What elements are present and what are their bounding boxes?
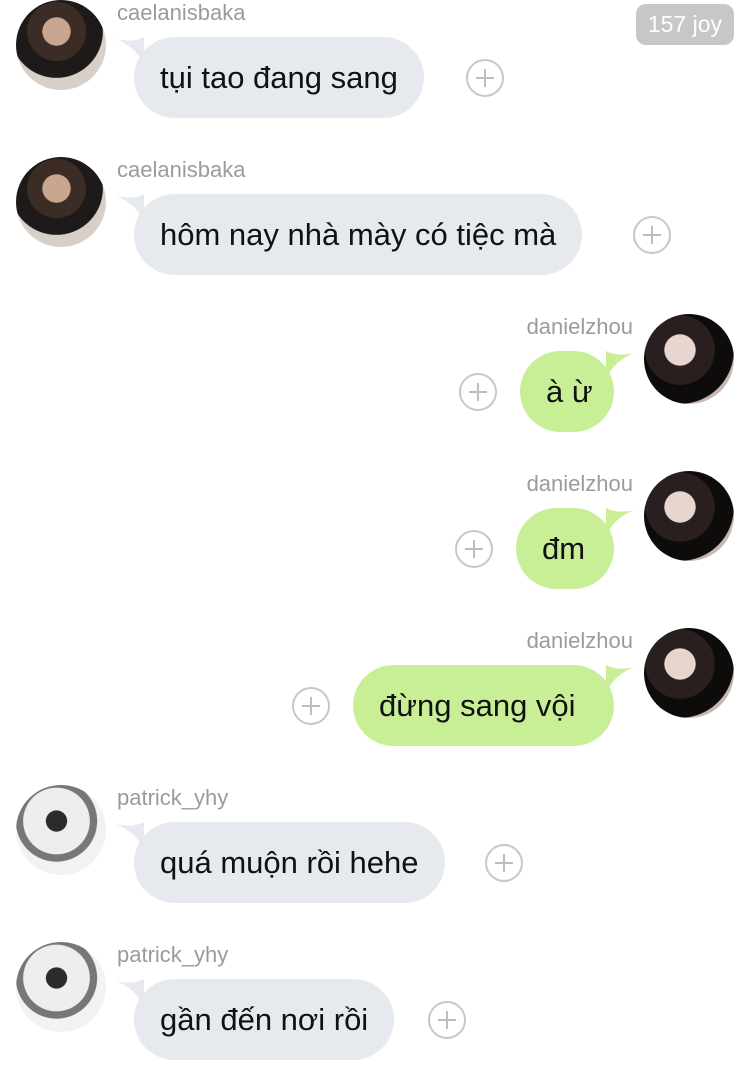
username: caelanisbaka: [117, 157, 246, 182]
username: patrick_yhy: [117, 942, 229, 967]
message-row: danielzhou à ừ: [0, 314, 750, 444]
add-reaction-icon[interactable]: [466, 59, 504, 97]
add-reaction-icon[interactable]: [485, 844, 523, 882]
avatar[interactable]: [644, 314, 734, 404]
username: danielzhou: [526, 471, 633, 496]
message-bubble[interactable]: à ừ: [520, 351, 614, 432]
message-row: caelanisbaka hôm nay nhà mày có tiệc mà: [0, 157, 750, 287]
avatar[interactable]: [16, 942, 106, 1032]
message-bubble[interactable]: gần đến nơi rồi: [134, 979, 395, 1060]
message-row: caelanisbaka tụi tao đang sang: [0, 0, 750, 130]
avatar[interactable]: [644, 628, 734, 718]
message-bubble[interactable]: tụi tao đang sang: [134, 37, 424, 118]
add-reaction-icon[interactable]: [455, 530, 493, 568]
username: patrick_yhy: [117, 785, 229, 810]
add-reaction-icon[interactable]: [633, 216, 671, 254]
add-reaction-icon[interactable]: [428, 1001, 466, 1039]
avatar[interactable]: [644, 471, 734, 561]
message-row: danielzhou đm: [0, 471, 750, 601]
message-row: patrick_yhy quá muộn rồi hehe: [0, 785, 750, 915]
message-bubble[interactable]: đm: [516, 508, 614, 589]
avatar[interactable]: [16, 785, 106, 875]
avatar[interactable]: [16, 0, 106, 90]
username: caelanisbaka: [117, 0, 246, 25]
add-reaction-icon[interactable]: [292, 687, 330, 725]
message-row: patrick_yhy gần đến nơi rồi: [0, 942, 750, 1072]
message-bubble[interactable]: đừng sang vội: [353, 665, 614, 746]
message-row: danielzhou đừng sang vội: [0, 628, 750, 758]
username: danielzhou: [526, 314, 633, 339]
username: danielzhou: [526, 628, 633, 653]
message-bubble[interactable]: quá muộn rồi hehe: [134, 822, 445, 903]
add-reaction-icon[interactable]: [459, 373, 497, 411]
avatar[interactable]: [16, 157, 106, 247]
message-bubble[interactable]: hôm nay nhà mày có tiệc mà: [134, 194, 583, 275]
